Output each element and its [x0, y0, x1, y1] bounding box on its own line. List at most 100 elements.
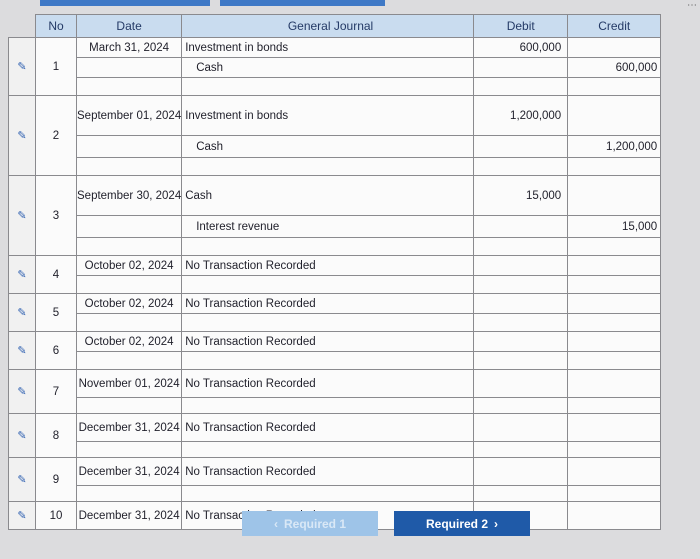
credit-cell[interactable]: [567, 457, 662, 486]
credit-cell[interactable]: [567, 369, 662, 398]
credit-cell[interactable]: [567, 255, 662, 276]
entry-date[interactable]: September 01, 2024: [75, 95, 183, 136]
entry-date[interactable]: December 31, 2024: [75, 457, 183, 486]
credit-cell[interactable]: [567, 351, 662, 370]
entry-date[interactable]: [75, 351, 183, 370]
debit-cell[interactable]: [473, 135, 569, 158]
entry-date[interactable]: October 02, 2024: [75, 293, 183, 314]
debit-cell[interactable]: [473, 413, 569, 442]
account-cell[interactable]: No Transaction Recorded: [181, 369, 475, 398]
edit-entry-button[interactable]: ✎: [8, 37, 36, 96]
account-cell[interactable]: No Transaction Recorded: [181, 413, 475, 442]
credit-cell[interactable]: [567, 293, 662, 314]
debit-cell[interactable]: [473, 77, 569, 96]
credit-cell[interactable]: [567, 175, 662, 216]
account-cell[interactable]: [181, 275, 475, 294]
account-cell[interactable]: No Transaction Recorded: [181, 331, 475, 352]
entry-date[interactable]: [75, 77, 183, 96]
entry-date[interactable]: [75, 275, 183, 294]
credit-cell[interactable]: [567, 95, 662, 136]
debit-cell[interactable]: [473, 351, 569, 370]
account-cell[interactable]: [181, 441, 475, 458]
required-2-button[interactable]: Required 2 ›: [394, 511, 530, 536]
debit-cell[interactable]: [473, 237, 569, 256]
account-cell[interactable]: [181, 157, 475, 176]
debit-cell[interactable]: 15,000: [473, 175, 569, 216]
account-cell[interactable]: Investment in bonds: [181, 95, 475, 136]
account-cell[interactable]: [181, 397, 475, 414]
entry-date[interactable]: November 01, 2024: [75, 369, 183, 398]
account-cell[interactable]: [181, 237, 475, 256]
entry-date[interactable]: [75, 135, 183, 158]
debit-cell[interactable]: [473, 457, 569, 486]
debit-cell[interactable]: [473, 275, 569, 294]
credit-cell[interactable]: [567, 313, 662, 332]
account-cell[interactable]: Cash: [181, 175, 475, 216]
entry-date[interactable]: [75, 313, 183, 332]
entry-date[interactable]: [75, 397, 183, 414]
edit-entry-button[interactable]: ✎: [8, 369, 36, 414]
account-cell[interactable]: Cash: [181, 57, 475, 78]
edit-entry-button[interactable]: ✎: [8, 255, 36, 294]
account-cell[interactable]: No Transaction Recorded: [181, 255, 475, 276]
credit-cell[interactable]: [567, 77, 662, 96]
credit-cell[interactable]: 1,200,000: [567, 135, 662, 158]
debit-cell[interactable]: [473, 255, 569, 276]
edit-entry-button[interactable]: ✎: [8, 413, 36, 458]
entry-date[interactable]: [75, 485, 183, 502]
entry-date[interactable]: [75, 157, 183, 176]
account-cell[interactable]: [181, 313, 475, 332]
debit-cell[interactable]: 600,000: [473, 37, 569, 58]
debit-cell[interactable]: [473, 57, 569, 78]
account-cell[interactable]: [181, 77, 475, 96]
account-cell[interactable]: No Transaction Recorded: [181, 457, 475, 486]
account-cell[interactable]: Investment in bonds: [181, 37, 475, 58]
entry-date[interactable]: October 02, 2024: [75, 255, 183, 276]
debit-cell[interactable]: [473, 397, 569, 414]
debit-cell[interactable]: [473, 331, 569, 352]
credit-cell[interactable]: [567, 501, 662, 530]
debit-cell[interactable]: [473, 157, 569, 176]
credit-cell[interactable]: [567, 397, 662, 414]
edit-entry-button[interactable]: ✎: [8, 501, 36, 530]
credit-cell[interactable]: [567, 37, 662, 58]
credit-cell[interactable]: [567, 485, 662, 502]
edit-entry-button[interactable]: ✎: [8, 457, 36, 502]
entry-date[interactable]: [75, 237, 183, 256]
debit-cell[interactable]: [473, 369, 569, 398]
credit-cell[interactable]: 15,000: [567, 215, 662, 238]
expand-icon[interactable]: ⋯: [687, 0, 697, 11]
top-tab-right[interactable]: [220, 0, 385, 6]
required-1-button[interactable]: ‹ Required 1: [242, 511, 378, 536]
account-cell[interactable]: No Transaction Recorded: [181, 293, 475, 314]
entry-date[interactable]: September 30, 2024: [75, 175, 183, 216]
credit-cell[interactable]: [567, 413, 662, 442]
top-tab-left[interactable]: [40, 0, 210, 6]
account-cell[interactable]: [181, 485, 475, 502]
credit-cell[interactable]: [567, 157, 662, 176]
edit-entry-button[interactable]: ✎: [8, 95, 36, 176]
credit-cell[interactable]: [567, 441, 662, 458]
entry-date[interactable]: October 02, 2024: [75, 331, 183, 352]
credit-cell[interactable]: 600,000: [567, 57, 662, 78]
debit-cell[interactable]: 1,200,000: [473, 95, 569, 136]
edit-entry-button[interactable]: ✎: [8, 331, 36, 370]
entry-date[interactable]: [75, 441, 183, 458]
debit-cell[interactable]: [473, 441, 569, 458]
debit-cell[interactable]: [473, 293, 569, 314]
edit-entry-button[interactable]: ✎: [8, 293, 36, 332]
entry-date[interactable]: [75, 215, 183, 238]
debit-cell[interactable]: [473, 313, 569, 332]
entry-date[interactable]: December 31, 2024: [75, 413, 183, 442]
debit-cell[interactable]: [473, 215, 569, 238]
credit-cell[interactable]: [567, 237, 662, 256]
account-cell[interactable]: Interest revenue: [181, 215, 475, 238]
credit-cell[interactable]: [567, 275, 662, 294]
account-cell[interactable]: [181, 351, 475, 370]
entry-date[interactable]: [75, 57, 183, 78]
entry-date[interactable]: March 31, 2024: [75, 37, 183, 58]
edit-entry-button[interactable]: ✎: [8, 175, 36, 256]
credit-cell[interactable]: [567, 331, 662, 352]
debit-cell[interactable]: [473, 485, 569, 502]
entry-date[interactable]: December 31, 2024: [75, 501, 183, 530]
